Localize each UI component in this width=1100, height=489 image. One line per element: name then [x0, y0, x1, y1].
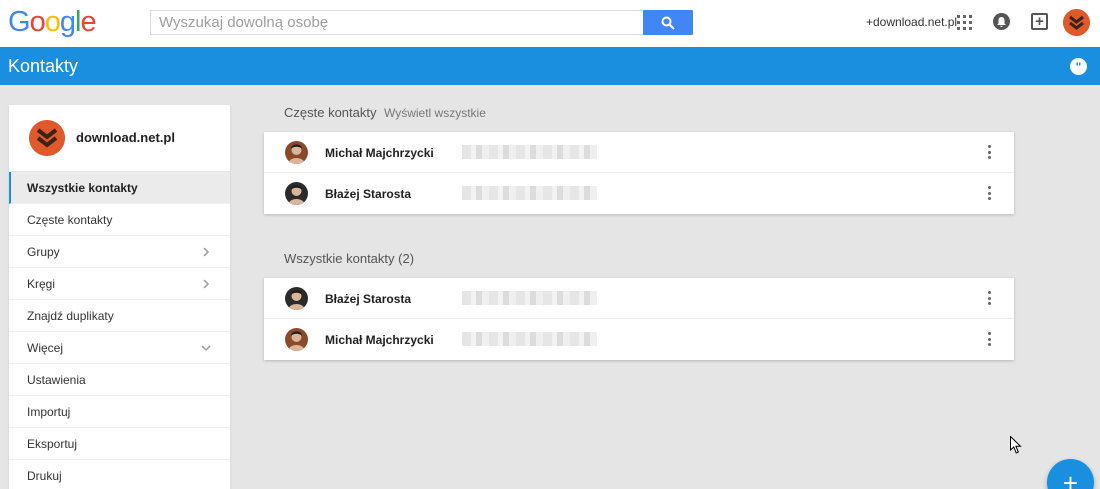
search-input[interactable]: [151, 11, 644, 34]
mouse-cursor-icon: [1010, 436, 1022, 454]
sidebar-item[interactable]: Częste kontakty: [9, 204, 230, 236]
more-vert-icon[interactable]: [986, 185, 992, 201]
logo-letter: G: [8, 6, 31, 38]
contact-row[interactable]: Błażej Starosta: [264, 173, 1014, 214]
sidebar-item[interactable]: Więcej: [9, 332, 230, 364]
contact-email-redacted: [462, 291, 597, 305]
account-name: download.net.pl: [76, 130, 175, 145]
logo-letter: g: [59, 6, 76, 38]
account-header: download.net.pl: [9, 105, 230, 172]
sidebar-item-label: Kręgi: [27, 276, 56, 291]
sidebar-item[interactable]: Wszystkie kontakty: [9, 172, 230, 204]
frequent-contacts-card: Michał Majchrzycki Błażej Starosta: [264, 132, 1014, 214]
contact-avatar: [285, 182, 308, 205]
chevron-down-icon: [201, 345, 211, 352]
sidebar-item[interactable]: Eksportuj: [9, 428, 230, 460]
sidebar-item-label: Częste kontakty: [27, 212, 113, 227]
top-bar: Google +download.net.pl +: [0, 0, 1100, 47]
account-logo-avatar: [29, 120, 65, 156]
show-all-link[interactable]: Wyświetl wszystkie: [384, 106, 486, 120]
contact-name: Michał Majchrzycki: [325, 333, 434, 347]
sidebar-item-label: Znajdź duplikaty: [27, 308, 114, 323]
all-contacts-heading: Wszystkie kontakty (2): [284, 251, 415, 266]
search-button[interactable]: [643, 10, 693, 35]
contact-email-redacted: [462, 145, 597, 159]
add-contact-button[interactable]: +: [1047, 459, 1094, 489]
sidebar-item[interactable]: Kręgi: [9, 268, 230, 300]
search-icon: [661, 16, 675, 30]
account-avatar[interactable]: [1063, 9, 1090, 36]
app-title: Kontakty: [8, 56, 79, 76]
more-vert-icon[interactable]: [986, 290, 992, 306]
sidebar-item-label: Drukuj: [27, 468, 62, 483]
contact-name: Błażej Starosta: [325, 292, 412, 306]
contact-name: Michał Majchrzycki: [325, 146, 434, 160]
sidebar-item-label: Wszystkie kontakty: [27, 180, 138, 195]
sidebar: download.net.pl Wszystkie kontakty Częste…: [9, 105, 230, 489]
sidebar-item-label: Eksportuj: [27, 436, 78, 451]
notifications-bell-icon[interactable]: [993, 13, 1010, 30]
contact-avatar: [285, 328, 308, 351]
contact-row[interactable]: Michał Majchrzycki: [264, 132, 1014, 173]
sidebar-nav: Wszystkie kontakty Częste kontakty Grupy Kr…: [9, 172, 230, 489]
sidebar-item-label: Więcej: [27, 340, 64, 355]
search-box: [150, 10, 644, 35]
contact-name: Błażej Starosta: [325, 187, 412, 201]
app-bar: Kontakty: [0, 47, 1100, 85]
more-vert-icon[interactable]: [986, 331, 992, 347]
contact-row[interactable]: Błażej Starosta: [264, 278, 1014, 319]
share-plus-icon[interactable]: +: [1031, 13, 1048, 30]
sidebar-item[interactable]: Importuj: [9, 396, 230, 428]
chevron-right-icon: [203, 279, 210, 289]
contact-avatar: [285, 287, 308, 310]
google-logo[interactable]: Google: [8, 6, 97, 38]
contact-email-redacted: [462, 332, 597, 346]
contact-avatar: [285, 141, 308, 164]
sidebar-item-label: Importuj: [27, 404, 71, 419]
more-vert-icon[interactable]: [986, 144, 992, 160]
logo-letter: o: [44, 6, 61, 38]
apps-grid-icon[interactable]: [957, 15, 972, 30]
sidebar-item[interactable]: Znajdź duplikaty: [9, 300, 230, 332]
all-contacts-card: Błażej Starosta Michał Majchrzycki: [264, 278, 1014, 360]
sidebar-item-label: Ustawienia: [27, 372, 86, 387]
feedback-quote-icon[interactable]: ": [1070, 58, 1087, 75]
frequent-contacts-heading: Częste kontakty: [284, 105, 377, 120]
logo-letter: o: [29, 6, 46, 38]
sidebar-item-label: Grupy: [27, 244, 60, 259]
logo-letter: e: [80, 6, 96, 38]
profile-link[interactable]: +download.net.pl: [866, 15, 957, 29]
sidebar-item[interactable]: Ustawienia: [9, 364, 230, 396]
contact-row[interactable]: Michał Majchrzycki: [264, 319, 1014, 360]
contact-email-redacted: [462, 186, 597, 200]
chevron-right-icon: [203, 247, 210, 257]
sidebar-item[interactable]: Grupy: [9, 236, 230, 268]
sidebar-item[interactable]: Drukuj: [9, 460, 230, 489]
